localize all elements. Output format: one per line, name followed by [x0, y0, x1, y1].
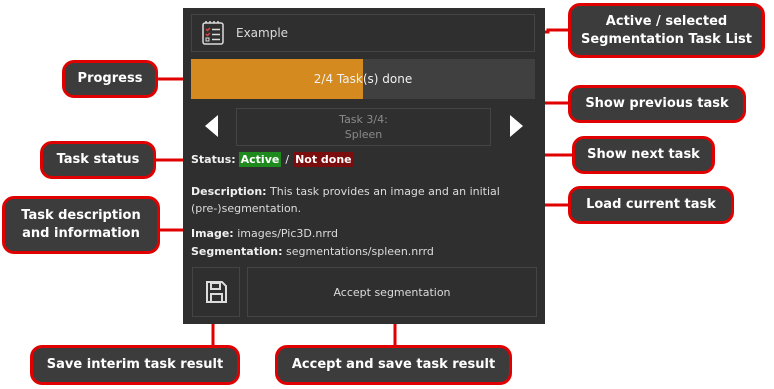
callout-save-interim-text: Save interim task result: [46, 357, 224, 372]
segmentation-task-list-panel: Example 2/4 Task(s) done Task 3/4: Splee…: [183, 8, 545, 324]
callout-task-description-text: Task description and information: [21, 208, 141, 241]
current-task-number: Task 3/4:: [339, 113, 388, 126]
task-segmentation-info: Segmentation: segmentations/spleen.nrrd: [191, 245, 434, 258]
callout-progress-text: Progress: [77, 71, 143, 86]
status-label: Status:: [191, 153, 236, 166]
callout-task-status-text: Task status: [56, 152, 140, 167]
triangle-right-icon: [510, 115, 523, 137]
floppy-disk-icon: [206, 281, 227, 303]
segmentation-value: segmentations/spleen.nrrd: [286, 245, 434, 258]
previous-task-button[interactable]: [199, 112, 225, 140]
callout-task-list: Active / selected Segmentation Task List: [568, 3, 765, 58]
task-image-info: Image: images/Pic3D.nrrd: [191, 227, 338, 240]
current-task-name: Spleen: [344, 128, 383, 141]
status-separator: /: [285, 153, 290, 166]
segmentation-label: Segmentation:: [191, 245, 283, 258]
task-description: Description: This task provides an image…: [191, 183, 539, 217]
task-status: Status: Active / Not done: [191, 152, 354, 167]
triangle-left-icon: [205, 115, 218, 137]
callout-accept-save: Accept and save task result: [275, 345, 512, 385]
callout-accept-save-text: Accept and save task result: [291, 357, 496, 372]
accept-segmentation-button[interactable]: Accept segmentation: [247, 267, 537, 317]
callout-progress: Progress: [62, 60, 158, 98]
status-not-done-badge: Not done: [293, 152, 354, 167]
save-interim-button[interactable]: [192, 267, 240, 317]
image-value: images/Pic3D.nrrd: [237, 227, 338, 240]
task-list-name: Example: [236, 26, 289, 40]
accept-segmentation-label: Accept segmentation: [333, 285, 451, 299]
callout-load-task-text: Load current task: [586, 197, 716, 212]
progress-text: 2/4 Task(s) done: [313, 72, 413, 86]
description-label: Description:: [191, 185, 267, 198]
callout-load-task: Load current task: [568, 186, 734, 224]
callout-task-description: Task description and information: [2, 196, 160, 254]
task-list-selector[interactable]: Example: [191, 14, 535, 52]
callout-save-interim: Save interim task result: [30, 345, 240, 385]
image-label: Image:: [191, 227, 234, 240]
callout-next-task: Show next task: [572, 136, 715, 174]
progress-bar: 2/4 Task(s) done: [191, 59, 535, 99]
load-current-task-button[interactable]: Task 3/4: Spleen: [236, 108, 491, 146]
callout-task-status: Task status: [40, 141, 156, 179]
callout-task-list-text: Active / selected Segmentation Task List: [580, 13, 753, 47]
status-active-badge: Active: [238, 152, 282, 167]
callout-previous-task-text: Show previous task: [585, 96, 729, 111]
callout-next-task-text: Show next task: [587, 147, 700, 162]
next-task-button[interactable]: [503, 112, 529, 140]
checklist-icon: [202, 21, 224, 45]
callout-previous-task: Show previous task: [568, 85, 746, 123]
